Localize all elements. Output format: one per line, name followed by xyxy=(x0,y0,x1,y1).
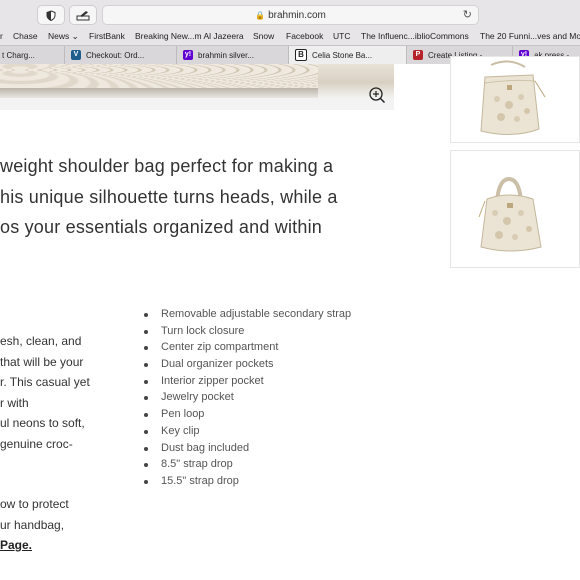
wp-icon: V xyxy=(71,50,81,60)
bookmark-aljazeera[interactable]: Breaking New...m Al Jazeera xyxy=(135,31,244,41)
bookmarks-bar: r Chase News ⌄ FirstBank Breaking New...… xyxy=(0,29,580,44)
description-line: weight shoulder bag perfect for making a xyxy=(0,156,334,176)
privacy-shield-button[interactable] xyxy=(37,5,65,25)
tab-celia-stone[interactable]: B Celia Stone Ba... xyxy=(288,46,406,64)
story-line: esh, clean, and xyxy=(0,334,82,348)
shield-icon xyxy=(46,9,56,21)
compose-button[interactable] xyxy=(69,5,97,25)
story-line: ul neons to soft, xyxy=(0,416,85,430)
product-main-image[interactable] xyxy=(0,64,394,110)
story-line: genuine croc- xyxy=(0,436,73,451)
story-line: that will be your xyxy=(0,354,84,369)
bookmark-truncated[interactable]: r xyxy=(0,31,3,41)
feature-item: Key clip xyxy=(143,423,351,440)
description-line: his unique silhouette turns heads, while… xyxy=(0,186,338,207)
feature-item: Dust bag included xyxy=(143,440,351,457)
bookmark-influencer[interactable]: The Influenc...iblioCommons xyxy=(361,31,469,41)
bookmark-snow[interactable]: Snow xyxy=(253,31,274,41)
product-story: esh, clean, and that will be your r. Thi… xyxy=(0,331,90,454)
feature-item: 15.5" strap drop xyxy=(143,473,351,490)
bookmark-facebook[interactable]: Facebook xyxy=(286,31,323,41)
feature-item: 8.5" strap drop xyxy=(143,456,351,473)
reload-icon[interactable]: ↻ xyxy=(463,8,472,21)
bookmark-firstbank[interactable]: FirstBank xyxy=(89,31,125,41)
product-description: weight shoulder bag perfect for making a… xyxy=(0,151,380,243)
thumbnail-duffle-bag[interactable] xyxy=(450,150,580,268)
lock-icon: 🔒 xyxy=(255,10,266,20)
tab-brahmin-silver[interactable]: y! brahmin silver... xyxy=(176,46,288,64)
feature-item: Center zip compartment xyxy=(143,339,351,356)
feature-item: Dual organizer pockets xyxy=(143,356,351,373)
story-line: r with xyxy=(0,395,29,410)
chevron-down-icon: ⌄ xyxy=(71,31,79,41)
care-line: ur handbag, xyxy=(0,517,65,532)
care-page-link[interactable]: Page. xyxy=(0,538,32,552)
bag-image xyxy=(478,176,542,252)
zoom-in-icon[interactable] xyxy=(368,86,386,104)
b-icon: B xyxy=(295,49,307,61)
tab-checkout[interactable]: V Checkout: Ord... xyxy=(64,46,176,64)
care-line: ow to protect xyxy=(0,497,69,511)
thumbnail-bucket-bag[interactable] xyxy=(450,56,580,143)
features-list: Removable adjustable secondary strap Tur… xyxy=(143,306,351,490)
bookmark-funny[interactable]: The 20 Funni...ves and More xyxy=(480,31,580,41)
address-text: brahmin.com xyxy=(268,9,326,21)
tab-charges[interactable]: t Charg... xyxy=(0,46,64,64)
bookmark-chase[interactable]: Chase xyxy=(13,31,38,41)
bag-image xyxy=(480,60,546,135)
feature-item: Jewelry pocket xyxy=(143,389,351,406)
feature-item: Removable adjustable secondary strap xyxy=(143,306,351,323)
story-line: r. This casual yet xyxy=(0,375,90,389)
feature-item: Turn lock closure xyxy=(143,323,351,340)
edit-icon xyxy=(76,10,90,20)
care-info: ow to protect ur handbag, Page. xyxy=(0,494,69,556)
poshmark-icon: P xyxy=(413,50,423,60)
bookmark-utc[interactable]: UTC xyxy=(333,31,350,41)
description-line: os your essentials organized and within xyxy=(0,217,322,237)
address-bar[interactable]: 🔒 brahmin.com ↻ xyxy=(102,5,479,25)
bookmark-news[interactable]: News ⌄ xyxy=(48,31,79,42)
yahoo-icon: y! xyxy=(183,50,193,60)
feature-item: Interior zipper pocket xyxy=(143,373,351,390)
browser-chrome: 🔒 brahmin.com ↻ r Chase News ⌄ FirstBank… xyxy=(0,0,580,64)
feature-item: Pen loop xyxy=(143,406,351,423)
